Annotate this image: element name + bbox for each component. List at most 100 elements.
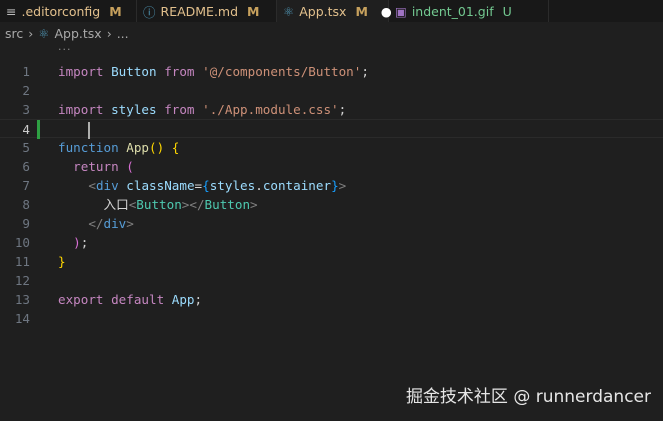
code-token: '@/components/Button' [202,64,362,79]
image-icon: ▣ [395,3,407,19]
git-status-badge: M [355,3,368,19]
code-token: container [262,178,332,193]
line-number: 10 [14,235,30,250]
watermark: 掘金技术社区 @ runnerdancer [405,387,651,407]
code-line[interactable]: 8 入口<Button></Button> [0,195,663,214]
code-token: App [171,292,195,307]
code-token: ></ [181,197,205,212]
line-number: 4 [22,122,30,137]
react-icon: ⚛ [38,25,50,41]
chevron-right-icon: › [106,25,112,41]
code-line[interactable]: 7 <div className={styles.container}> [0,176,663,195]
code-token: ( [126,159,134,174]
code-token: export [58,292,104,307]
code-text: return ( [58,157,134,176]
code-token: { [171,140,180,155]
tab-label: App.tsx [299,3,347,19]
code-token: > [338,178,347,193]
text-cursor [88,122,91,139]
code-token: ; [194,292,203,307]
code-token: . [255,178,263,193]
code-token: < [88,178,96,193]
code-token: styles [111,102,157,117]
code-token: default [111,292,165,307]
line-number: 5 [22,140,30,155]
git-status-badge: M [247,3,260,19]
code-token: div [95,178,119,193]
code-line[interactable]: 4 [0,119,663,139]
code-token: > [250,197,258,212]
code-token: import [58,64,104,79]
code-text: </div> [58,214,134,233]
code-token: from [164,64,195,79]
line-number: 14 [14,311,30,326]
code-token: } [58,254,66,269]
code-token: Button [204,197,251,212]
tab-indent-01-gif[interactable]: ▣ indent_01.gif U [389,0,549,22]
code-line[interactable]: 10 ); [0,233,663,252]
code-line[interactable]: 14 [0,309,663,328]
code-text: } [58,252,66,271]
git-status-badge: U [502,3,512,19]
chevron-right-icon: › [28,25,34,41]
line-number: 11 [14,254,30,269]
code-token: return [73,159,119,174]
info-icon: ⓘ [143,4,156,20]
line-number: 13 [14,292,30,307]
tab-app-tsx[interactable]: ⚛ App.tsx M ● [277,0,392,22]
list-icon: ≡ [6,3,17,19]
code-line[interactable]: 1 import Button from '@/components/Button… [0,62,663,81]
code-token: = [194,178,203,193]
code-token: import [58,102,104,117]
sticky-scroll-ellipsis: ... [58,40,72,53]
code-token: Button [111,64,157,79]
code-token: App [126,140,150,155]
code-token: > [126,216,134,231]
code-line[interactable]: 5 function App() { [0,138,663,157]
code-token: ; [361,64,369,79]
tab-label: README.md [160,3,239,19]
tab-readme-md[interactable]: ⓘ README.md M [137,0,277,22]
line-number: 9 [22,216,30,231]
tab-label: indent_01.gif [411,3,494,19]
code-text: 入口<Button></Button> [58,195,258,214]
code-text: function App() { [58,138,179,157]
code-line[interactable]: 2 [0,81,663,100]
code-text: import Button from '@/components/Button'… [58,62,369,81]
code-line[interactable]: 13 export default App; [0,290,663,309]
code-line[interactable]: 6 return ( [0,157,663,176]
code-text: <div className={styles.container}> [58,176,346,195]
line-number: 1 [22,64,30,79]
code-line[interactable]: 3 import styles from './App.module.css'; [0,100,663,119]
line-number: 3 [22,102,30,117]
code-line[interactable]: 9 </div> [0,214,663,233]
line-number: 2 [22,83,30,98]
breadcrumb-file[interactable]: App.tsx [54,26,101,41]
tab-label: .editorconfig [21,3,101,19]
breadcrumb-folder[interactable]: src [5,26,23,41]
code-line[interactable]: 11} [0,252,663,271]
code-token: ; [80,235,89,250]
code-line[interactable]: 12 [0,271,663,290]
line-number: 8 [22,197,30,212]
code-token: { [202,178,210,193]
line-number: 12 [14,273,30,288]
code-token: ) [73,235,81,250]
tab-editorconfig[interactable]: ≡ .editorconfig M [0,0,137,22]
code-token: './App.module.css' [202,102,339,117]
code-editor[interactable]: 1 import Button from '@/components/Button… [0,62,663,328]
code-token: </ [88,216,104,231]
react-icon: ⚛ [283,3,295,19]
line-number: 6 [22,159,30,174]
breadcrumb-more[interactable]: ... [117,26,129,41]
code-token: () [149,140,165,155]
